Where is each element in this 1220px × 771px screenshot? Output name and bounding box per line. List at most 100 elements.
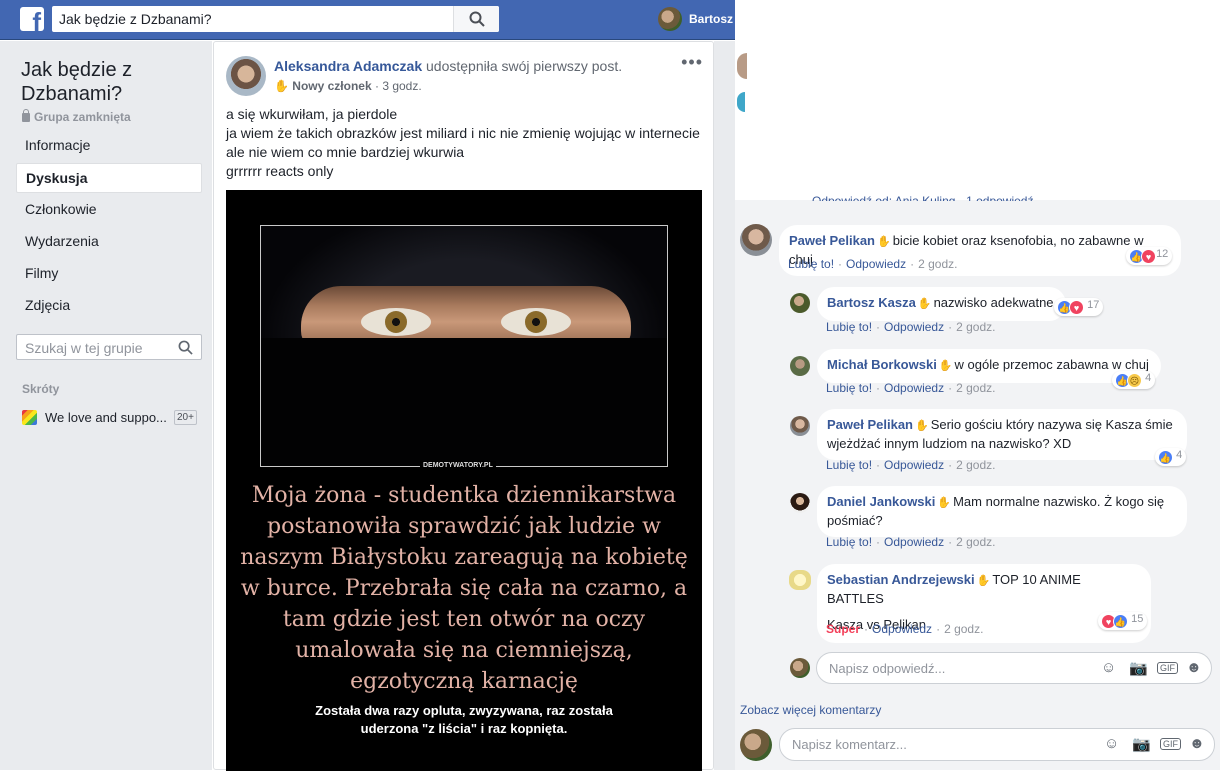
reply-link[interactable]: Odpowiedz: [846, 257, 906, 271]
sticker-icon[interactable]: ☻: [1189, 735, 1205, 752]
post-header: Aleksandra Adamczak udostępniła swój pie…: [274, 58, 622, 74]
comment-actions: Lubię to! · Odpowiedz · 2 godz.: [826, 535, 996, 549]
emoji-icon[interactable]: ☺: [1104, 735, 1119, 752]
caption-line: egzotyczną karnację: [350, 669, 578, 694]
like-link[interactable]: Lubię to!: [788, 257, 834, 271]
comment-bubble: Paweł Pelikan ✋ Serio gościu który nazywa …: [817, 409, 1187, 460]
more-options-icon[interactable]: •••: [681, 53, 703, 71]
reaction-count[interactable]: 👍 ♥ 17: [1054, 298, 1104, 316]
reply-link[interactable]: Odpowiedz: [884, 320, 944, 334]
post-text-line: a się wkurwiłam, ja pierdole: [226, 106, 398, 122]
wave-icon: ✋: [877, 236, 891, 248]
post-time[interactable]: 3 godz.: [382, 79, 421, 93]
comment-author[interactable]: Bartosz Kasza: [827, 295, 916, 310]
comment-avatar[interactable]: [790, 416, 810, 436]
blank-area: [735, 0, 1220, 200]
group-privacy: Grupa zamknięta: [22, 109, 131, 124]
comment-author[interactable]: Daniel Jankowski: [827, 494, 935, 509]
comment-text: wjeżdżać innym ludziom na nazwisko? XD: [827, 436, 1072, 451]
group-title[interactable]: Jak będzie z Dzbanami?: [21, 58, 132, 106]
reaction-count-value: 4: [1145, 372, 1152, 384]
wave-icon: ✋: [938, 360, 953, 372]
reaction-count[interactable]: ♥ 👍 15: [1098, 612, 1148, 630]
gif-icon[interactable]: GIF: [1160, 738, 1181, 750]
reply-link[interactable]: Odpowiedz: [884, 535, 944, 549]
reaction-count[interactable]: 👍 4: [1155, 448, 1187, 466]
reply-link[interactable]: Odpowiedz: [884, 458, 944, 472]
super-reaction-link[interactable]: Super: [826, 622, 860, 636]
caption-line: w burce. Przebrała się cała na czarno, a: [240, 576, 688, 601]
avatar: [737, 92, 745, 112]
nav-item-zdjecia[interactable]: Zdjęcia: [16, 291, 202, 321]
search-icon: [469, 11, 485, 27]
comment-text: nazwisko adekwatne: [933, 295, 1054, 310]
comment-time[interactable]: 2 godz.: [956, 320, 995, 334]
post-image[interactable]: DEMOTYWATORY.PL Moja żona - studentka dz…: [226, 190, 702, 771]
comment-avatar[interactable]: [790, 356, 810, 376]
nav-item-czlonkowie[interactable]: Członkowie: [16, 195, 202, 225]
search-button[interactable]: [453, 6, 499, 32]
shortcuts-heading: Skróty: [22, 382, 60, 396]
comment-avatar[interactable]: [789, 570, 811, 590]
camera-icon[interactable]: 📷: [1129, 659, 1148, 677]
reaction-count-value: 12: [1156, 248, 1169, 260]
reply-link[interactable]: Odpowiedz: [872, 622, 932, 636]
nav-item-wydarzenia[interactable]: Wydarzenia: [16, 227, 202, 257]
post-meta: ✋ Nowy członek · 3 godz.: [274, 79, 422, 93]
nav-item-dyskusja[interactable]: Dyskusja: [16, 163, 202, 193]
comment-time[interactable]: 2 godz.: [956, 381, 995, 395]
more-comments-link[interactable]: Zobacz więcej komentarzy: [740, 703, 881, 717]
post-card: Aleksandra Adamczak udostępniła swój pie…: [213, 41, 714, 771]
comment-author[interactable]: Sebastian Andrzejewski: [827, 572, 975, 587]
facebook-logo-icon[interactable]: f: [20, 7, 44, 31]
image-subcaption: Została dwa razy opluta, zwyzywana, raz …: [226, 702, 702, 738]
post-author-name[interactable]: Aleksandra Adamczak: [274, 58, 422, 74]
love-reaction-icon: ♥: [1069, 300, 1084, 315]
emoji-icon[interactable]: ☺: [1101, 659, 1116, 676]
niqab-photo: [260, 225, 668, 467]
search-input[interactable]: Jak będzie z Dzbanami?: [52, 6, 499, 32]
reply-input[interactable]: Napisz odpowiedź... ☺ 📷 GIF ☻: [816, 652, 1212, 684]
gif-icon[interactable]: GIF: [1157, 662, 1178, 674]
like-link[interactable]: Lubię to!: [826, 458, 872, 472]
like-link[interactable]: Lubię to!: [826, 535, 872, 549]
avatar: [658, 7, 682, 31]
comment-avatar[interactable]: [790, 293, 810, 313]
comments-panel: [735, 200, 1220, 770]
sticker-icon[interactable]: ☻: [1186, 659, 1202, 676]
comment-input[interactable]: Napisz komentarz... ☺ 📷 GIF ☻: [779, 728, 1215, 761]
camera-icon[interactable]: 📷: [1132, 735, 1151, 753]
post-author-avatar[interactable]: [226, 56, 266, 96]
group-search-input[interactable]: Szukaj w tej grupie: [16, 334, 202, 360]
nav-item-filmy[interactable]: Filmy: [16, 259, 202, 289]
comment-author[interactable]: Michał Borkowski: [827, 357, 937, 372]
wave-icon: ✋: [917, 298, 932, 310]
hidden-reply-link[interactable]: Odpowiedź od: Ania Kuling · 1 odpowiedź: [812, 190, 1102, 201]
caption-line: naszym Białystoku zareagują na kobietę: [240, 545, 688, 570]
reaction-count[interactable]: 👍 ☹ 4: [1112, 371, 1156, 389]
reaction-count-value: 4: [1176, 449, 1183, 461]
reaction-count-value: 15: [1131, 613, 1144, 625]
comment-time[interactable]: 2 godz.: [918, 257, 957, 271]
wave-icon: ✋: [937, 497, 952, 509]
comment-author[interactable]: Paweł Pelikan: [789, 233, 875, 248]
avatar: [737, 53, 747, 79]
like-reaction-icon: 👍: [1113, 614, 1128, 629]
comment-avatar[interactable]: [740, 224, 772, 256]
member-badge[interactable]: Nowy członek: [292, 79, 371, 93]
post-text-line: ja wiem że takich obrazków jest miliard …: [226, 125, 700, 141]
reply-link[interactable]: Odpowiedz: [884, 381, 944, 395]
comment-author[interactable]: Paweł Pelikan: [827, 417, 913, 432]
comment-time[interactable]: 2 godz.: [944, 622, 983, 636]
reaction-count[interactable]: 👍 ♥ 12: [1126, 247, 1173, 265]
comment-time[interactable]: 2 godz.: [956, 535, 995, 549]
like-link[interactable]: Lubię to!: [826, 381, 872, 395]
reaction-count-value: 17: [1087, 299, 1100, 311]
comment-placeholder: Napisz komentarz...: [792, 737, 907, 752]
caption-line: postanowiła sprawdzić jak ludzie w: [267, 514, 661, 539]
comment-time[interactable]: 2 godz.: [956, 458, 995, 472]
nav-item-informacje[interactable]: Informacje: [16, 131, 202, 161]
like-link[interactable]: Lubię to!: [826, 320, 872, 334]
comment-avatar[interactable]: [790, 493, 810, 513]
post-text-line: grrrrrr reacts only: [226, 163, 334, 179]
